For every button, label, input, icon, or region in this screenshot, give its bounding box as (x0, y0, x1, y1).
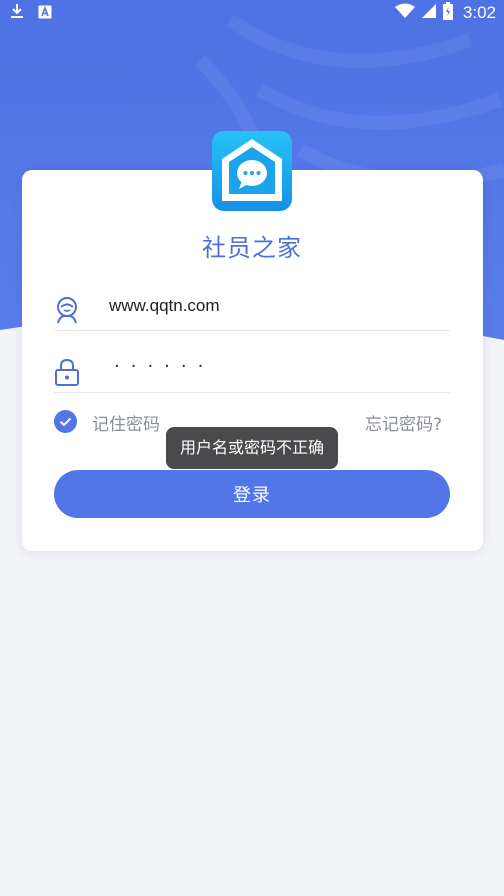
chat-house-icon (212, 131, 292, 211)
password-field[interactable]: ······ (54, 352, 450, 393)
app-title: 社员之家 (202, 234, 302, 262)
user-icon (54, 296, 80, 324)
keyboard-a-icon (38, 4, 52, 23)
lock-icon (54, 358, 80, 386)
status-time: 3:02 (462, 3, 496, 22)
battery-icon (442, 2, 453, 24)
status-bar: 3:02 (0, 0, 504, 26)
signal-icon (421, 3, 437, 23)
password-input[interactable]: ······ (114, 356, 214, 377)
login-screen: 3:02 社员之家 www.qqtn.com ······ 记住密码 忘记密码?… (0, 0, 504, 896)
login-button[interactable]: 登录 (54, 470, 450, 518)
remember-password-label[interactable]: 记住密码 (92, 410, 160, 435)
download-icon (10, 3, 24, 23)
forgot-password-link[interactable]: 忘记密码? (365, 410, 442, 435)
username-input[interactable]: www.qqtn.com (109, 296, 220, 316)
username-field[interactable]: www.qqtn.com (54, 290, 450, 331)
error-toast: 用户名或密码不正确 (166, 427, 338, 469)
remember-password-checkbox[interactable] (54, 410, 77, 433)
wifi-icon (394, 3, 415, 23)
